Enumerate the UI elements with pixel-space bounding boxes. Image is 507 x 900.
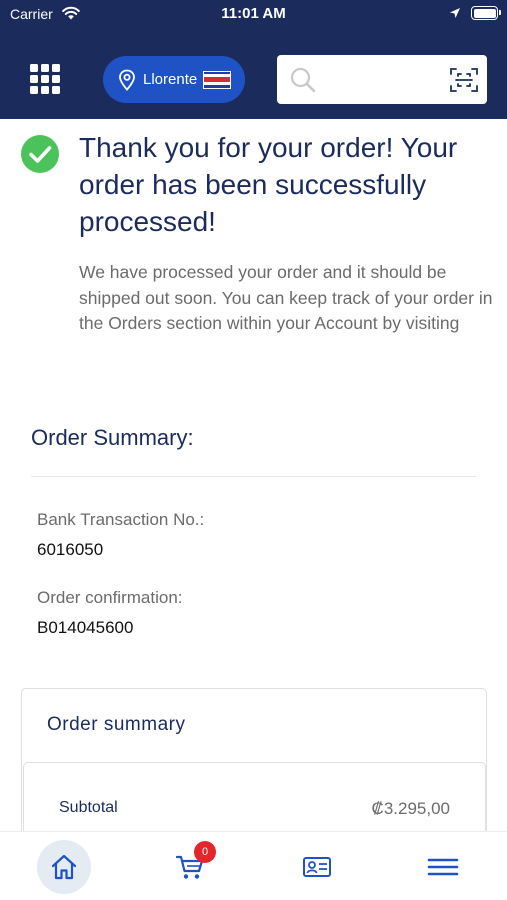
success-check-icon bbox=[21, 135, 59, 173]
card-icon bbox=[303, 857, 331, 877]
apps-grid-button[interactable] bbox=[30, 64, 62, 96]
order-confirmation-label: Order confirmation: bbox=[37, 588, 183, 607]
grid-dot bbox=[52, 86, 60, 94]
status-bar: Carrier 11:01 AM bbox=[0, 0, 507, 30]
grid-dot bbox=[41, 64, 49, 72]
bank-transaction-value: 6016050 bbox=[37, 540, 104, 559]
order-confirmation-value: B014045600 bbox=[37, 618, 134, 637]
search-input[interactable] bbox=[325, 65, 435, 93]
flag-stripe bbox=[204, 84, 231, 88]
grid-dot bbox=[41, 75, 49, 83]
app-header: Carrier 11:01 AM Llorente bbox=[0, 0, 507, 119]
confirmation-title: Thank you for your order! Your order has… bbox=[79, 132, 458, 237]
scan-icon[interactable] bbox=[450, 67, 478, 93]
clock: 11:01 AM bbox=[221, 5, 286, 22]
grid-dot bbox=[52, 64, 60, 72]
grid-dot bbox=[30, 86, 38, 94]
order-summary-heading: Order Summary: bbox=[31, 425, 194, 450]
location-name: Llorente bbox=[143, 71, 198, 88]
order-confirmation-content: Thank you for your order! Your order has… bbox=[0, 119, 507, 831]
search-bar bbox=[277, 55, 487, 104]
home-icon bbox=[51, 854, 77, 880]
checkmark-icon bbox=[29, 146, 52, 163]
search-icon bbox=[290, 67, 316, 93]
grid-dot bbox=[41, 86, 49, 94]
subtotal-label: Subtotal bbox=[59, 799, 118, 816]
tab-home[interactable] bbox=[37, 840, 91, 894]
grid-dot bbox=[52, 75, 60, 83]
tab-cart[interactable]: 0 bbox=[163, 840, 217, 894]
costa-rica-flag-icon bbox=[203, 70, 232, 89]
subtotal-value: ₡3.295,00 bbox=[371, 799, 450, 818]
cart-count-badge: 0 bbox=[194, 841, 216, 863]
tab-menu[interactable] bbox=[416, 840, 470, 894]
confirmation-description: We have processed your order and it shou… bbox=[79, 262, 493, 333]
order-summary-card-title: Order summary bbox=[47, 714, 186, 735]
bottom-tab-bar: 0 bbox=[0, 831, 507, 900]
battery-icon bbox=[471, 6, 501, 20]
grid-dot bbox=[30, 75, 38, 83]
location-arrow-icon bbox=[450, 8, 460, 18]
section-divider bbox=[31, 476, 476, 477]
bank-transaction-label: Bank Transaction No.: bbox=[37, 510, 205, 529]
grid-dot bbox=[30, 64, 38, 72]
map-pin-icon bbox=[119, 69, 135, 91]
tab-account-card[interactable] bbox=[290, 840, 344, 894]
order-summary-card: Order summary Subtotal ₡3.295,00 bbox=[21, 688, 487, 831]
menu-icon bbox=[427, 858, 459, 876]
location-selector-button[interactable]: Llorente bbox=[103, 56, 245, 103]
order-totals-panel: Subtotal ₡3.295,00 bbox=[23, 762, 486, 831]
